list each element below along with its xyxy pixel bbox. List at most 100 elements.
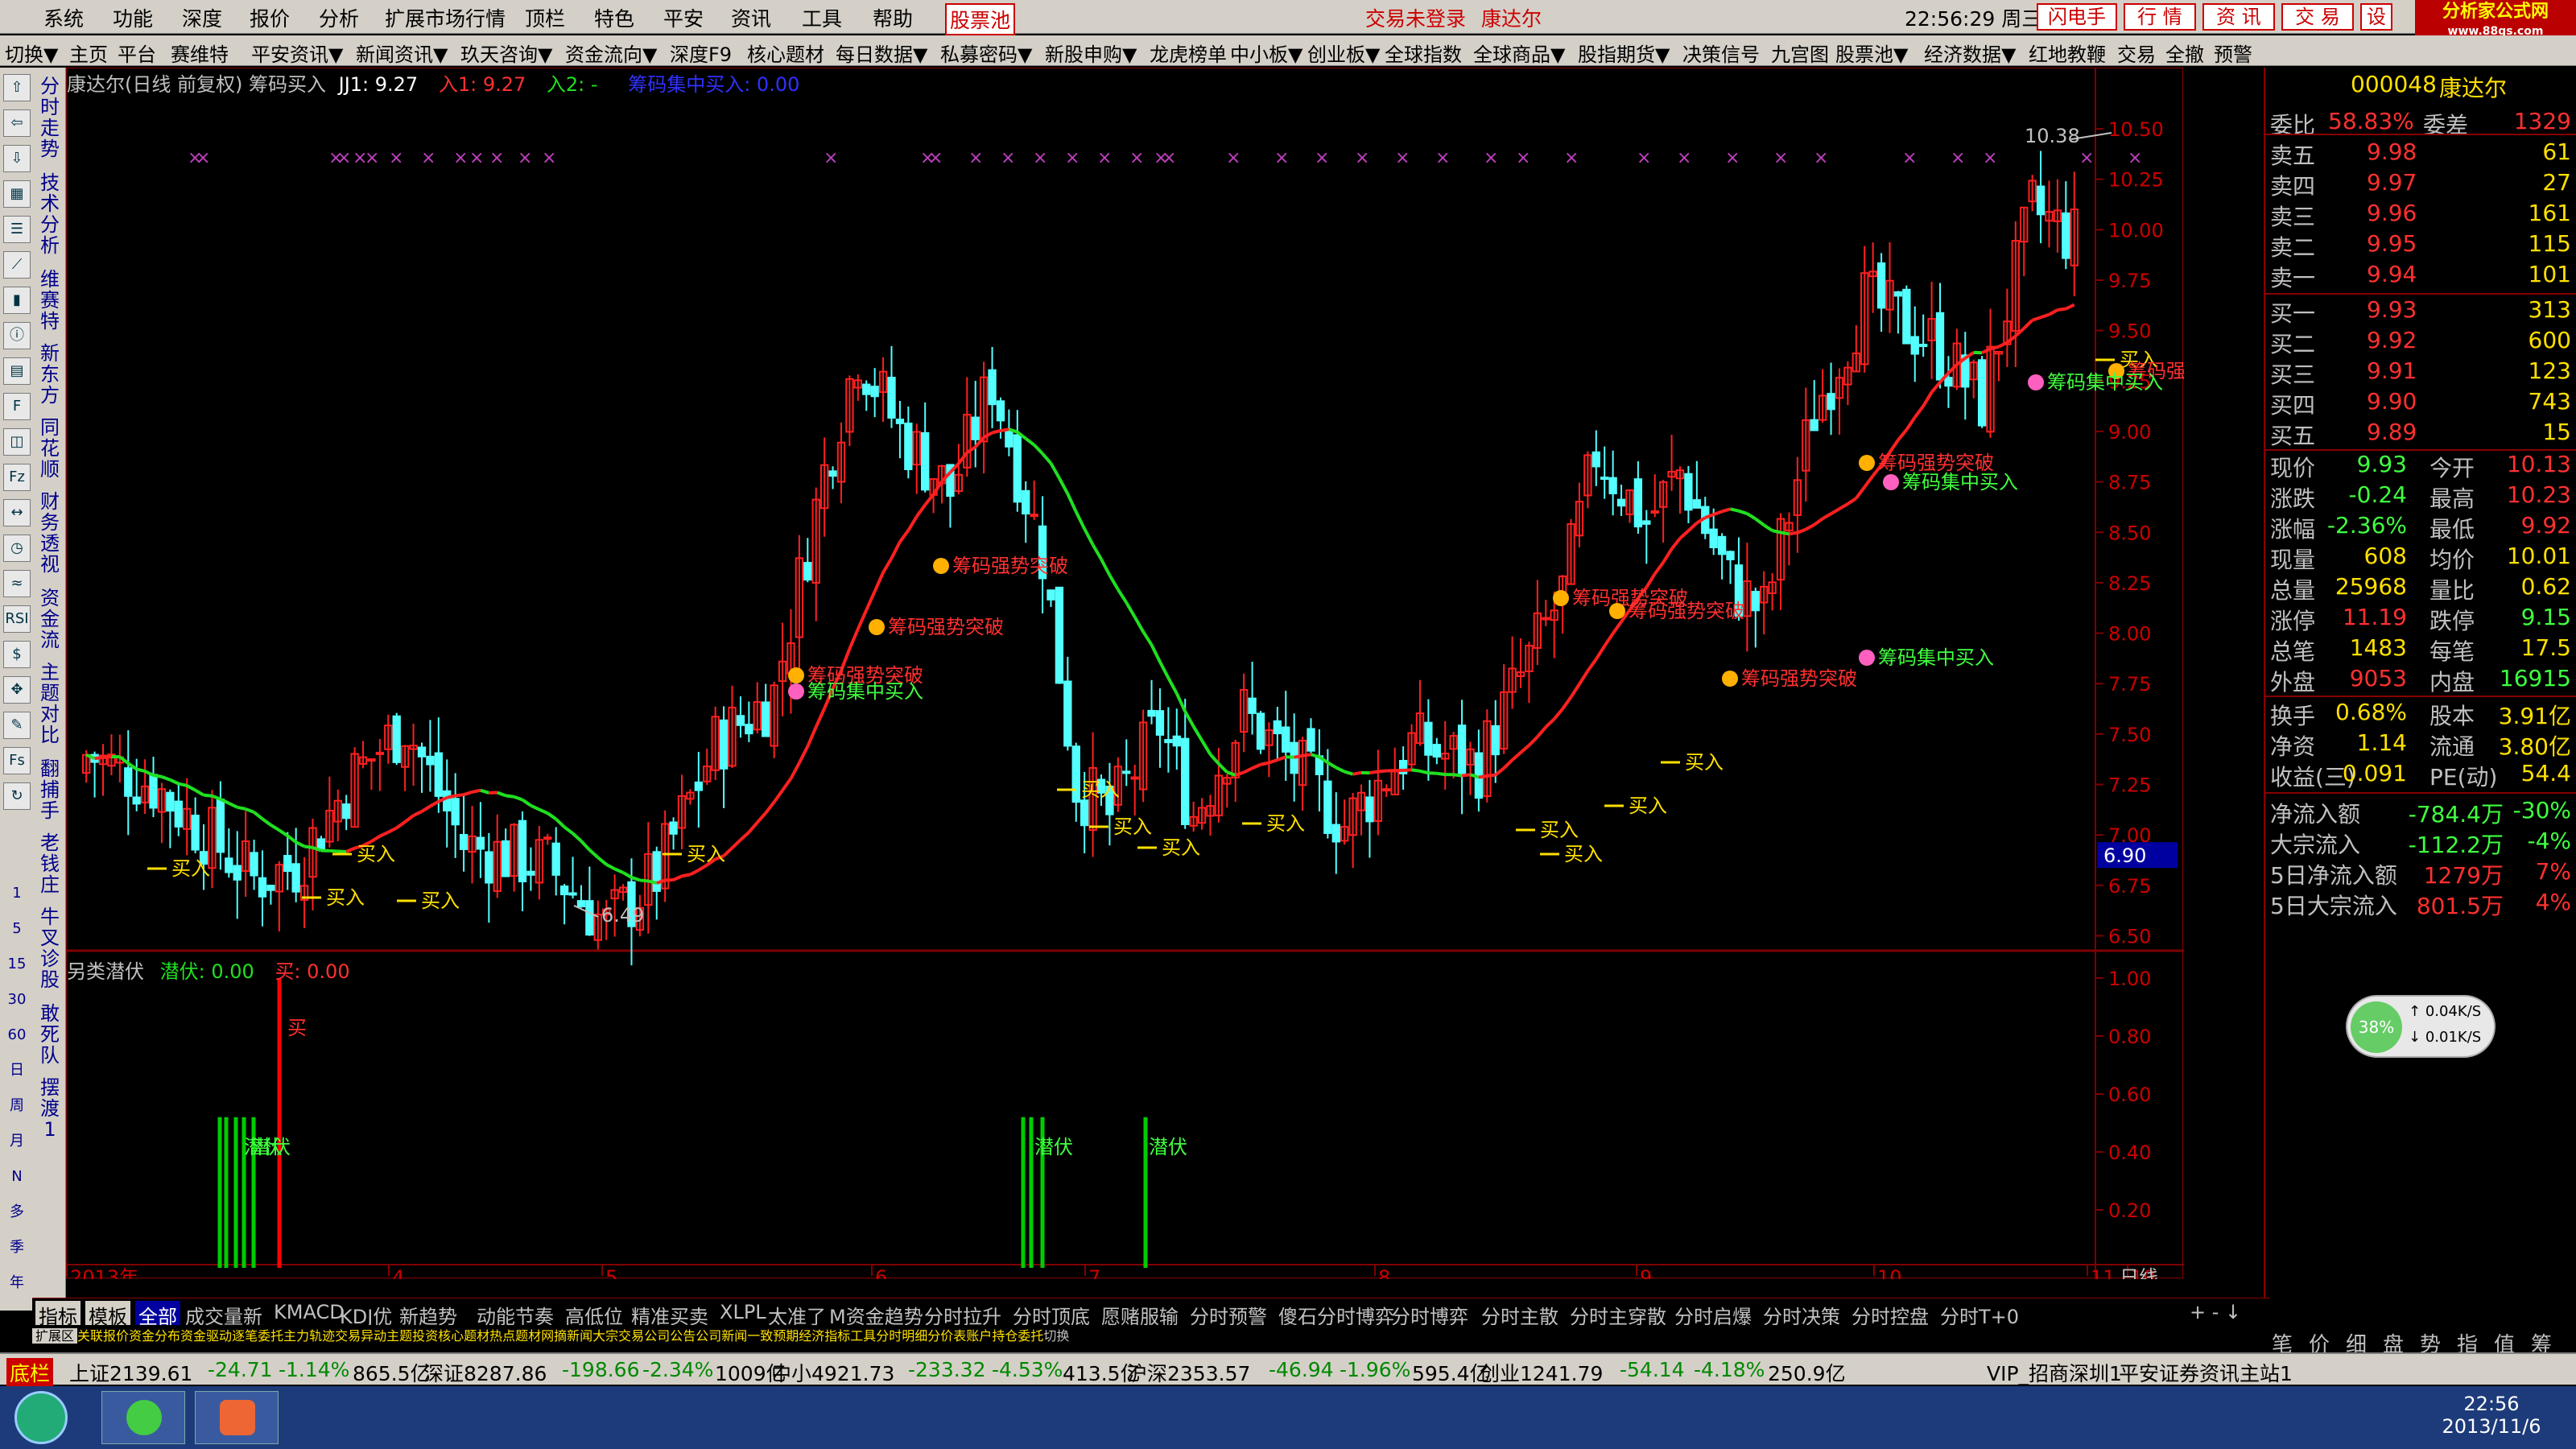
- extension-tab-20[interactable]: 持仓: [992, 1328, 1018, 1344]
- period-0[interactable]: 1: [3, 881, 31, 908]
- refresh-icon[interactable]: ↻: [3, 782, 31, 810]
- menu-ext-market[interactable]: 扩展市场行情: [385, 3, 506, 32]
- left-tab-6[interactable]: 资金流: [37, 588, 63, 650]
- toolbar-item-25[interactable]: 全撤: [2165, 39, 2204, 67]
- left-tab-2[interactable]: 维赛特: [37, 269, 63, 332]
- pen-icon[interactable]: ✎: [3, 712, 31, 739]
- toolbar-item-21[interactable]: 股票池▼: [1835, 39, 1908, 67]
- menu-function[interactable]: 功能: [113, 3, 153, 32]
- extension-tab-6[interactable]: 交易异动: [335, 1328, 386, 1344]
- toolbar-item-19[interactable]: 决策信号: [1682, 39, 1760, 67]
- left-tab-9[interactable]: 老钱庄: [37, 832, 63, 895]
- toolbar-item-26[interactable]: 预警: [2214, 39, 2252, 67]
- toolbar-item-10[interactable]: 每日数据▼: [836, 39, 927, 67]
- extension-tab-7[interactable]: 主题投资: [386, 1328, 438, 1344]
- info-icon[interactable]: ⓘ: [3, 322, 31, 349]
- move-icon[interactable]: ✥: [3, 676, 31, 704]
- left-tab-8[interactable]: 翻捕手: [37, 758, 63, 821]
- settings-button[interactable]: 设: [2360, 3, 2392, 31]
- list-icon[interactable]: ☰: [3, 216, 31, 243]
- toolbar-item-14[interactable]: 中小板▼: [1230, 39, 1302, 67]
- server-name[interactable]: VIP_招商深圳1: [1987, 1358, 2122, 1387]
- toolbar-item-23[interactable]: 红地教鞭: [2029, 39, 2106, 67]
- market-button[interactable]: 行 情: [2124, 3, 2196, 31]
- toolbar-item-4[interactable]: 平安资讯▼: [251, 39, 343, 67]
- stock-pool-button[interactable]: 股票池: [945, 3, 1016, 35]
- layout-icon[interactable]: ▤: [3, 357, 31, 385]
- period-4[interactable]: 60: [3, 1022, 31, 1050]
- extension-tab-2[interactable]: 资金分布: [129, 1328, 180, 1344]
- trade-button[interactable]: 交 易: [2281, 3, 2354, 31]
- left-tab-4[interactable]: 同花顺: [37, 417, 63, 480]
- menu-pingan[interactable]: 平安: [663, 3, 704, 32]
- taskbar-app-trading[interactable]: [195, 1391, 279, 1444]
- left-tab-0[interactable]: 分时走势: [37, 76, 63, 159]
- kline-chart-panel[interactable]: 10.50 10.25 10.00 9.75 9.50 9.25 9.00 8.75 8.50 8…: [66, 68, 2184, 1279]
- period-1[interactable]: 5: [3, 916, 31, 943]
- menu-analysis[interactable]: 分析: [319, 3, 359, 32]
- period-3[interactable]: 30: [3, 987, 31, 1014]
- cy-index[interactable]: 创业1241.79: [1480, 1358, 1603, 1387]
- sh-index[interactable]: 上证2139.61: [69, 1358, 192, 1387]
- toolbar-item-5[interactable]: 新闻资讯▼: [356, 39, 448, 67]
- toolbar-item-7[interactable]: 资金流向▼: [565, 39, 657, 67]
- extension-tab-12[interactable]: 公司公告: [644, 1328, 696, 1344]
- period-2[interactable]: 15: [3, 952, 31, 979]
- extension-tab-16[interactable]: 工具: [850, 1328, 876, 1344]
- indicator-tab-4[interactable]: KMACD: [274, 1301, 345, 1323]
- toolbar-item-8[interactable]: 深度F9: [670, 39, 732, 67]
- extension-tab-1[interactable]: 关联报价: [77, 1328, 129, 1344]
- grid-icon[interactable]: ▦: [3, 180, 31, 208]
- menu-news[interactable]: 资讯: [731, 3, 771, 32]
- extension-tab-17[interactable]: 分时明细: [876, 1328, 927, 1344]
- chart-icon[interactable]: ◫: [3, 428, 31, 456]
- extension-tab-5[interactable]: 主力轨迹: [283, 1328, 335, 1344]
- left-tab-7[interactable]: 主题对比: [37, 662, 63, 745]
- extension-tab-8[interactable]: 核心题材: [438, 1328, 489, 1344]
- left-arrow-icon[interactable]: ⇦: [3, 109, 31, 137]
- extension-tab-21[interactable]: 委托: [1018, 1328, 1043, 1344]
- toolbar-item-12[interactable]: 新股申购▼: [1045, 39, 1137, 67]
- toolbar-item-17[interactable]: 全球商品▼: [1473, 39, 1565, 67]
- menu-topbar[interactable]: 顶栏: [525, 3, 565, 32]
- extension-tab-15[interactable]: 经济指标: [799, 1328, 850, 1344]
- toolbar-item-3[interactable]: 赛维特: [171, 39, 229, 67]
- taskbar-clock[interactable]: 22:56 2013/11/6: [2439, 1393, 2544, 1438]
- left-tab-1[interactable]: 技术分析: [37, 172, 63, 256]
- fiz-icon[interactable]: Fz: [3, 464, 31, 491]
- login-status[interactable]: 交易未登录: [1365, 3, 1466, 32]
- toolbar-item-9[interactable]: 核心题材: [747, 39, 824, 67]
- toolbar-item-1[interactable]: 主页: [69, 39, 108, 67]
- toolbar-item-6[interactable]: 玖天咨询▼: [460, 39, 552, 67]
- menu-quote[interactable]: 报价: [250, 3, 290, 32]
- period-6[interactable]: 周: [3, 1093, 31, 1121]
- extension-tab-11[interactable]: 大宗交易: [592, 1328, 644, 1344]
- period-5[interactable]: 日: [3, 1058, 31, 1085]
- menu-tools[interactable]: 工具: [802, 3, 842, 32]
- kline-chart-svg[interactable]: 10.5010.2510.009.759.509.259.008.758.508…: [67, 68, 2184, 1279]
- left-tab-11[interactable]: 敢死队: [37, 1003, 63, 1066]
- toolbar-item-18[interactable]: 股指期货▼: [1578, 39, 1670, 67]
- period-8[interactable]: N: [3, 1164, 31, 1191]
- flash-trade-button[interactable]: 闪电手: [2037, 3, 2117, 31]
- toolbar-item-2[interactable]: 平台: [118, 39, 156, 67]
- toolbar-item-24[interactable]: 交易: [2117, 39, 2156, 67]
- toolbar-item-16[interactable]: 全球指数: [1385, 39, 1462, 67]
- toolbar-item-20[interactable]: 九宫图: [1771, 39, 1829, 67]
- sz-index[interactable]: 深证8287.86: [423, 1358, 547, 1387]
- f10-icon[interactable]: F: [3, 393, 31, 420]
- extension-tab-9[interactable]: 热点题材: [489, 1328, 541, 1344]
- indicator-tab-10[interactable]: XLPL: [720, 1301, 766, 1323]
- menu-feature[interactable]: 特色: [594, 3, 634, 32]
- period-9[interactable]: 多: [3, 1199, 31, 1227]
- net-speed-widget[interactable]: 38% ↑ 0.04K/S ↓ 0.01K/S: [2346, 995, 2496, 1058]
- hs-index[interactable]: 沪深2353.57: [1127, 1358, 1250, 1387]
- extension-tab-10[interactable]: 网摘新闻: [541, 1328, 592, 1344]
- left-tab-10[interactable]: 牛叉诊股: [37, 906, 63, 990]
- fs-icon[interactable]: Fs: [3, 747, 31, 774]
- extension-tab-14[interactable]: 一致预期: [747, 1328, 799, 1344]
- start-button[interactable]: [14, 1391, 68, 1444]
- clock-icon[interactable]: ◷: [3, 535, 31, 562]
- coin-icon[interactable]: $: [3, 641, 31, 668]
- menu-system[interactable]: 系统: [43, 3, 84, 32]
